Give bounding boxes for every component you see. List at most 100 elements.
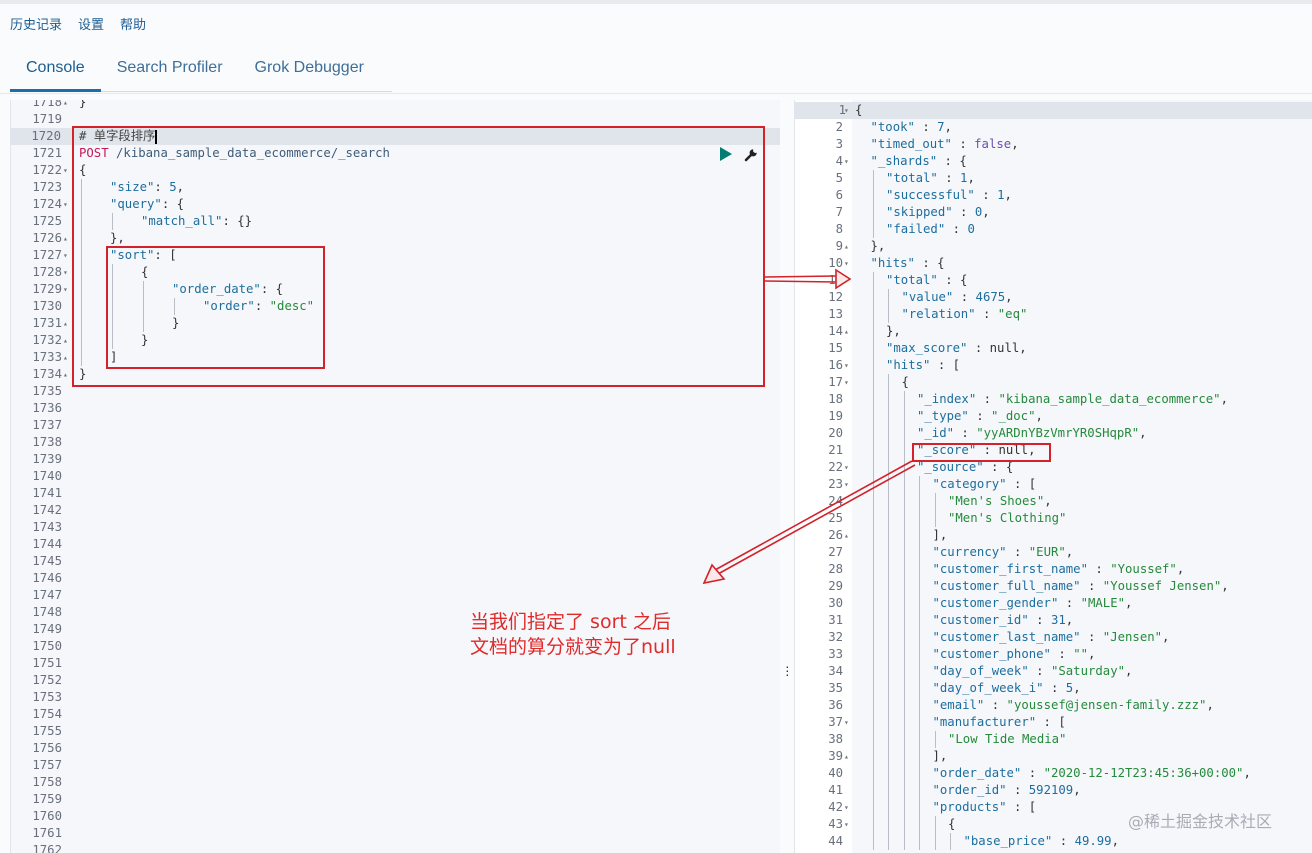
indent-guide [872,663,874,680]
fold-open-icon[interactable]: ▾ [844,357,849,374]
indent-guide [872,697,874,714]
indent-guide [112,264,113,281]
token-punct: }, [110,231,125,245]
line-number: 1729 [32,282,62,296]
response-viewer[interactable]: 1 ▾ 2 3 4 ▾ 5 6 7 8 9 ▴ 10 ▾ 11 ▾ 12 13 14 ▴ 15 16 ▾ 17 ▾ 18 19 20 2… [795,100,1312,853]
fold-open-icon[interactable]: ▾ [844,153,849,170]
indent-guide [112,315,113,332]
token-punct: { [79,163,87,177]
indent-guide [143,315,144,332]
indent-guide [888,612,889,629]
fold-open-icon[interactable]: ▾ [63,281,68,298]
fold-close-icon[interactable]: ▴ [844,238,849,255]
code-text: POST /kibana_sample_data_ecommerce/_sear… [79,145,390,162]
indent-guide [872,629,874,646]
code-text: "manufacturer" : [ [933,714,1066,731]
fold-open-icon[interactable]: ▾ [844,799,849,816]
fold-open-icon[interactable]: ▾ [844,255,849,272]
fold-open-icon[interactable]: ▾ [63,247,68,264]
fold-open-icon[interactable]: ▾ [844,459,849,476]
request-editor[interactable]: 1718 ▴ 1719 1720 1721 1722 ▾ 1723 1724 ▾ 1725 1726 ▴… [10,100,780,853]
fold-open-icon[interactable]: ▾ [63,196,68,213]
line-number: 40 [828,766,843,780]
token-str: "Low Tide Media" [948,732,1067,746]
indent-guide [872,323,874,340]
fold-open-icon[interactable]: ▾ [63,162,68,179]
fold-open-icon[interactable]: ▾ [844,374,849,391]
response-viewer-code[interactable]: {"took" : 7, "timed_out" : false, "_shards… [852,100,1312,853]
token-punct: ], [932,528,948,542]
request-editor-code[interactable]: } # 单字段排序 POST /kibana_sample_data_ecommer… [74,100,780,853]
fold-close-icon[interactable]: ▴ [63,230,68,247]
fold-open-icon[interactable]: ▾ [844,102,849,119]
indent-guide [919,646,920,663]
fold-close-icon[interactable]: ▴ [63,366,68,383]
run-request-icon[interactable] [720,147,732,161]
line-number: 24 [828,494,843,508]
token-punct: : { [937,273,968,287]
code-text: "total" : { [886,272,967,289]
code-line: "customer_phone" : "", [852,646,1312,663]
tab-search-profiler[interactable]: Search Profiler [101,46,239,92]
line-number: 30 [828,596,843,610]
code-text: "sort": [ [110,247,177,264]
menu-settings[interactable]: 设置 [78,14,104,33]
wrench-icon[interactable] [744,146,760,162]
token-punct: : [154,180,170,194]
menu-help[interactable]: 帮助 [120,14,146,33]
menu-history[interactable]: 历史记录 [10,14,62,33]
code-text: ], [933,527,948,544]
fold-open-icon[interactable]: ▾ [844,714,849,731]
code-text: }, [871,238,886,255]
token-num: 31 [1050,613,1066,627]
splitter-handle-icon[interactable]: · · · [785,659,790,681]
token-key: "query" [110,197,162,211]
line-number: 1735 [32,384,62,398]
code-text: "timed_out" : false, [871,136,1019,153]
fold-open-icon[interactable]: ▾ [844,816,849,833]
line-number: 6 [835,188,843,202]
indent-guide [934,510,936,527]
fold-close-icon[interactable]: ▴ [63,100,68,111]
indent-guide [872,204,874,221]
line-number: 1756 [32,741,62,755]
token-key: "customer_full_name" [932,579,1081,593]
fold-close-icon[interactable]: ▴ [844,748,849,765]
token-key: "successful" [886,188,975,202]
line-number: 7 [835,205,843,219]
code-line: "order_id" : 592109, [852,782,1312,799]
token-punct: , [1044,494,1052,508]
code-text: } [79,100,86,111]
fold-close-icon[interactable]: ▴ [63,332,68,349]
tab-console[interactable]: Console [10,46,101,92]
fold-close-icon[interactable]: ▴ [844,527,849,544]
fold-open-icon[interactable]: ▾ [63,264,68,281]
token-punct: : [1043,681,1066,695]
token-punct: : [975,307,998,321]
fold-close-icon[interactable]: ▴ [844,323,849,340]
code-line: "_source" : { [852,459,1312,476]
fold-close-icon[interactable]: ▴ [63,349,68,366]
indent-guide [872,731,874,748]
indent-guide [872,561,874,578]
tab-grok-debugger[interactable]: Grok Debugger [239,46,380,92]
line-number: 13 [828,307,843,321]
fold-open-icon[interactable]: ▾ [844,272,849,289]
pane-splitter[interactable] [780,100,795,853]
indent-guide [872,459,874,476]
line-number: 1747 [32,588,62,602]
code-text: } [141,332,148,349]
indent-guide [903,731,905,748]
code-text: "skipped" : 0, [886,204,990,221]
token-punct: : [1080,630,1103,644]
indent-guide [934,493,936,510]
token-punct: : [976,392,999,406]
token-punct: null [989,341,1020,355]
code-text: "currency" : "EUR", [933,544,1074,561]
indent-guide [872,680,874,697]
indent-guide [872,595,874,612]
fold-close-icon[interactable]: ▴ [63,315,68,332]
fold-open-icon[interactable]: ▾ [844,476,849,493]
